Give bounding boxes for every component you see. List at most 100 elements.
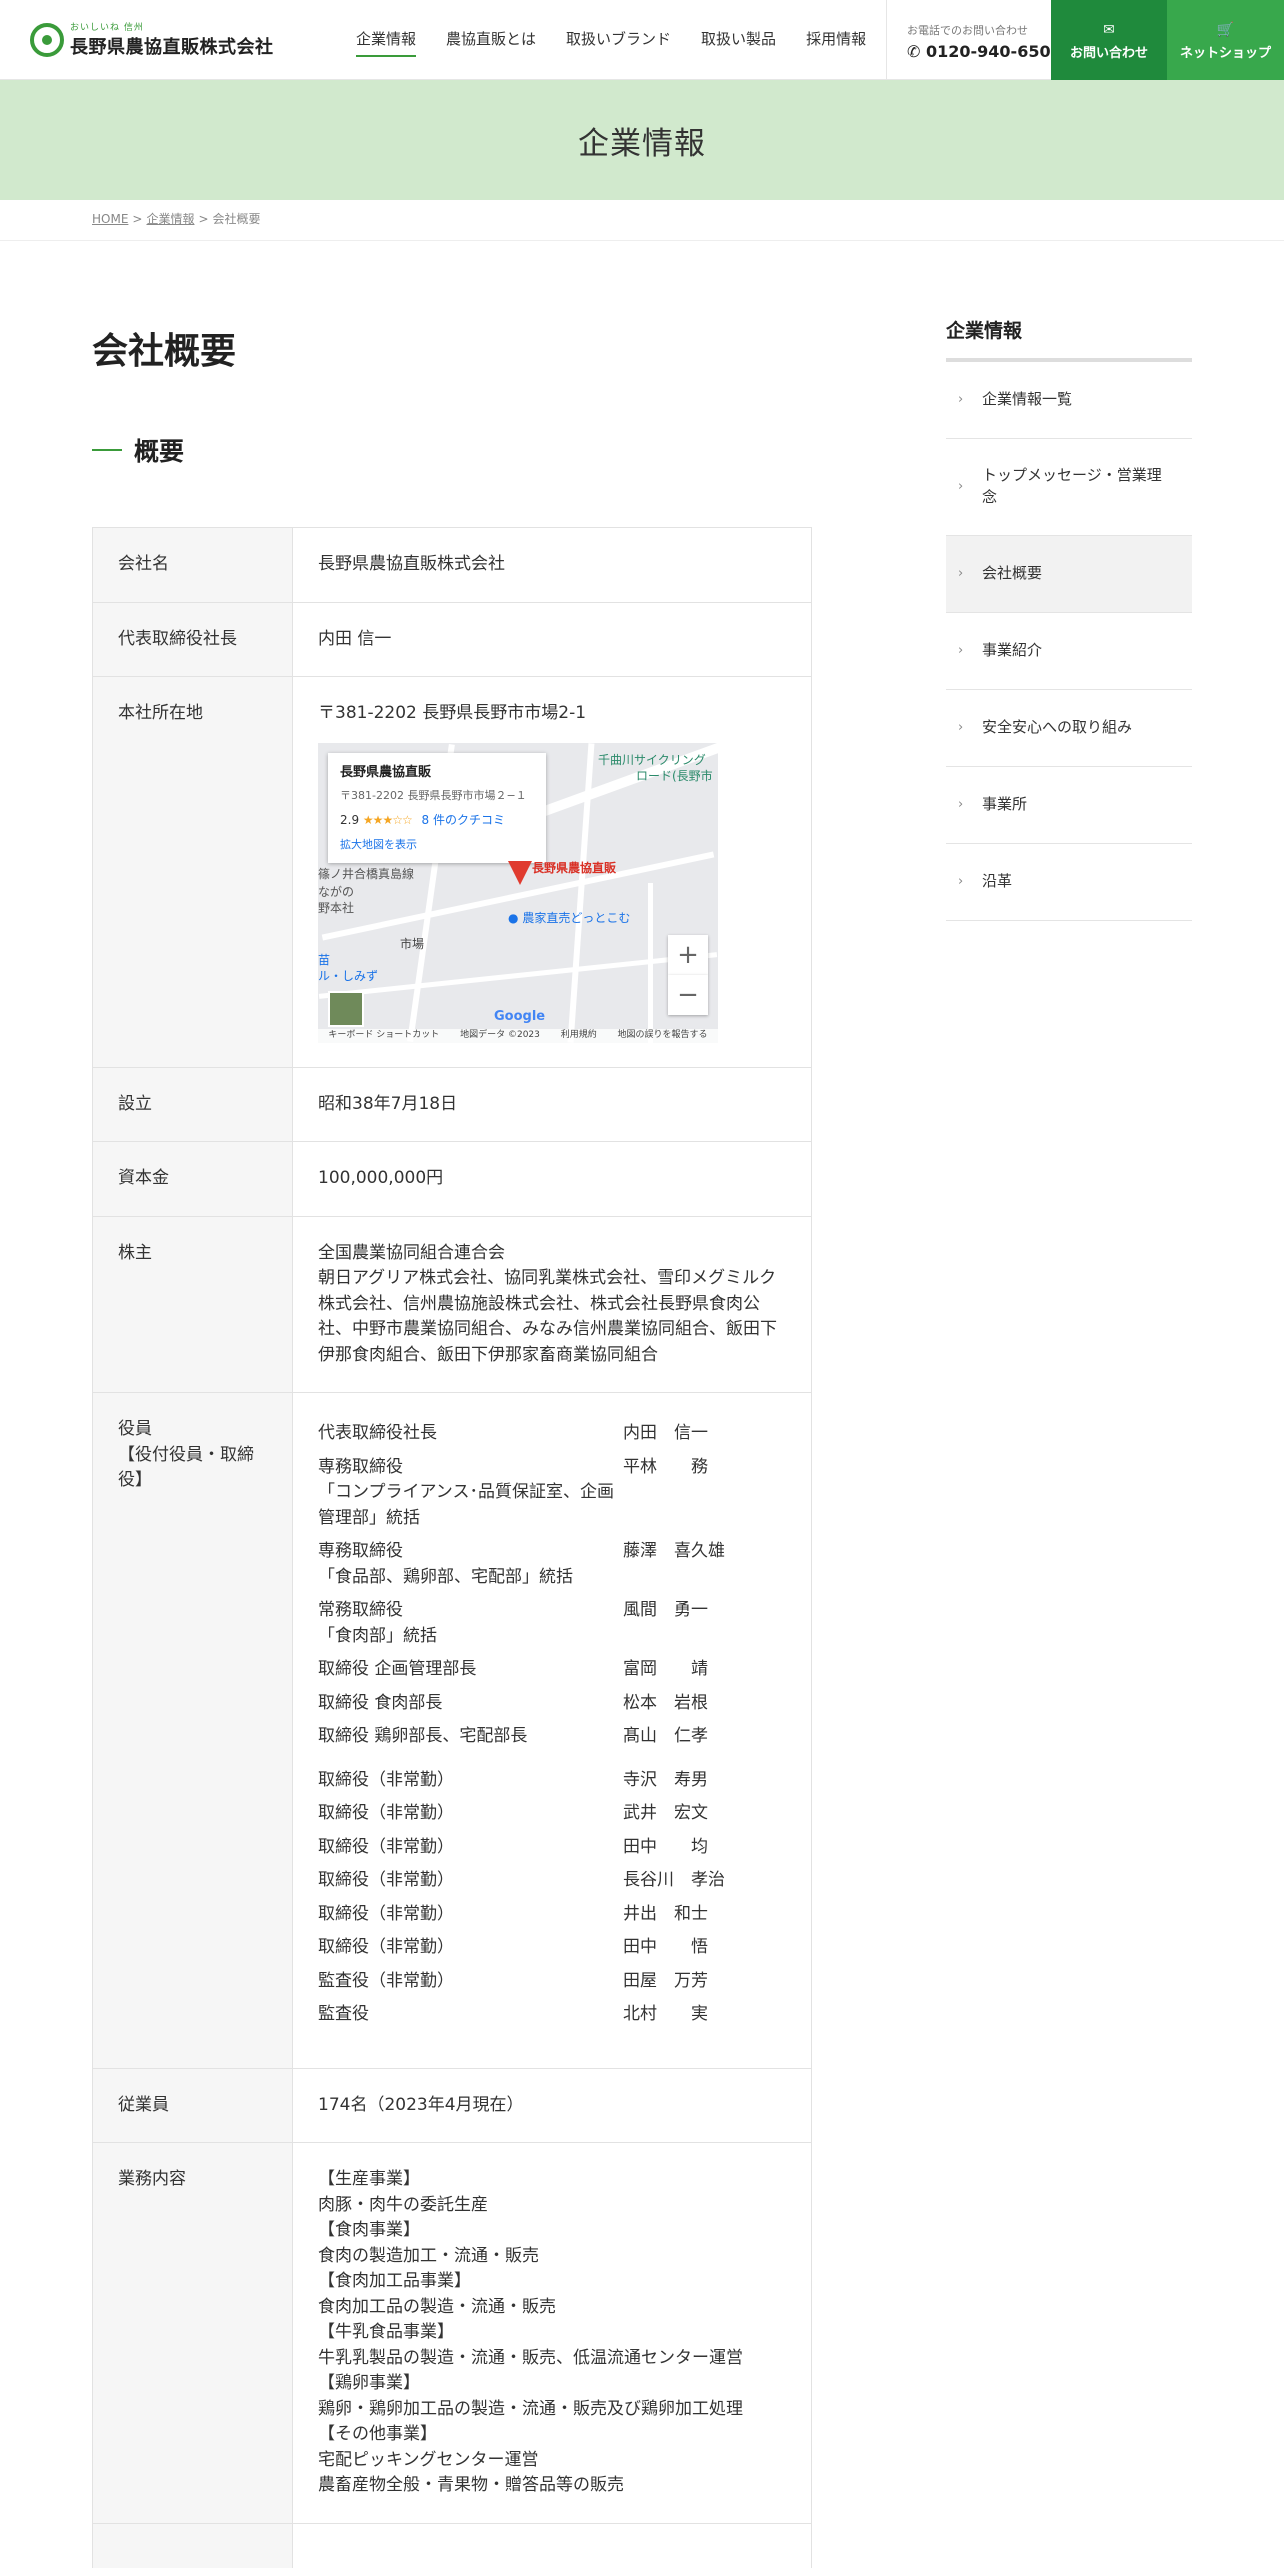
row-label-ceo: 代表取締役社長 [92, 601, 293, 677]
hero-title: 企業情報 [578, 125, 706, 162]
map-place-address: 〒381-2202 長野県長野市市場２−１ [340, 789, 527, 802]
row-value-capital: 100,000,000円 [292, 1141, 812, 1217]
table-row: 従業員 174名（2023年4月現在） [92, 2067, 812, 2143]
map-zoom-in-button[interactable]: + [668, 934, 708, 975]
breadcrumb-home[interactable]: HOME [92, 212, 128, 226]
chevron-right-icon: › [958, 719, 964, 735]
map-shortcuts-link[interactable]: キーボード ショートカット [328, 1029, 439, 1043]
sidebar-item-overview[interactable]: › 企業情報一覧 [946, 362, 1192, 439]
star-rating-icon: ★★★☆☆ [362, 812, 413, 827]
map-rating: 2.9 [340, 812, 360, 827]
map-label-market: 市場 [400, 936, 425, 951]
sidebar-nav: › 企業情報一覧 › トップメッセージ・営業理念 › 会社概要 › 事業紹介 › 安全安心… [946, 362, 1192, 921]
address-text: 〒381-2202 長野県長野市市場2-1 [318, 703, 587, 723]
hero-banner: 企業情報 [0, 80, 1284, 200]
map-label-hall-2: ル・しみず [318, 968, 379, 983]
tel-label: お電話でのお問い合わせ [907, 24, 1028, 37]
sidebar-item-safety[interactable]: › 安全安心への取り組み [946, 690, 1192, 767]
sidebar-item-history[interactable]: › 沿革 [946, 844, 1192, 921]
nav-recruit[interactable]: 採用情報 [806, 28, 866, 57]
map-report-link[interactable]: 地図の誤りを報告する [618, 1029, 708, 1043]
breadcrumb-current: 会社概要 [212, 212, 261, 226]
map-zoom-out-button[interactable]: − [668, 974, 708, 1015]
officer-row: 取締役（非常勤） 田中 均 [318, 1836, 708, 1857]
mail-icon: ✉ [1103, 22, 1115, 38]
map-place-card: 長野県農協直販 〒381-2202 長野県長野市市場２−１ 2.9 ★★★☆☆ … [328, 752, 546, 863]
sidebar-title: 企業情報 [946, 320, 1023, 342]
officer-row: 代表取締役社長 内田 信一 [318, 1423, 708, 1443]
officer-row: 取締役（非常勤） 長谷川 孝治 [318, 1870, 725, 1890]
map-enlarge-link[interactable]: 拡大地図を表示 [340, 837, 534, 854]
row-value-employees: 174名（2023年4月現在） [292, 2067, 812, 2143]
tel-box[interactable]: お電話でのお問い合わせ ✆ 0120-940-650 [886, 0, 1051, 80]
google-map[interactable]: 長野県農協直販 〒381-2202 長野県長野市市場２−１ 2.9 ★★★☆☆ … [318, 742, 718, 1043]
row-label-capital: 資本金 [92, 1141, 293, 1217]
row-value-address: 〒381-2202 長野県長野市市場2-1 長野県農協直販 〒381-2202 … [292, 676, 812, 1068]
officer-row: 取締役 鶏卵部長、宅配部長 髙山 仁孝 [318, 1726, 708, 1746]
sidebar-item-top-message[interactable]: › トップメッセージ・営業理念 [946, 439, 1192, 536]
row-label-employees: 従業員 [92, 2067, 293, 2143]
row-value-business: 【生産事業】 肉豚・肉牛の委託生産 【食肉事業】 食肉の製造加工・流通・販売 【… [292, 2142, 812, 2524]
map-terms-link[interactable]: 利用規約 [561, 1029, 597, 1043]
officer-row: 専務取締役 「コンプライアンス･品質保証室、企画管理部」統括 平林 務 [318, 1456, 708, 1528]
breadcrumb: HOME > 企業情報 > 会社概要 [92, 212, 261, 226]
shop-label: ネットショップ [1179, 46, 1271, 61]
row-value-founded: 昭和38年7月18日 [292, 1066, 812, 1142]
chevron-right-icon: › [958, 873, 964, 889]
table-row: 株主 全国農業協同組合連合会 朝日アグリア株式会社、協同乳業株式会社、雪印メグミ… [92, 1215, 812, 1393]
officer-row: 専務取締役 「食品部、鶏卵部、宅配部」統括 藤澤 喜久雄 [318, 1541, 725, 1587]
officer-row: 取締役（非常勤） 武井 宏文 [318, 1803, 708, 1823]
nav-about[interactable]: 農協直販とは [446, 28, 536, 57]
table-row: 資本金 100,000,000円 [92, 1141, 812, 1217]
chevron-right-icon: › [958, 565, 964, 581]
table-row: 会社名 長野県農協直販株式会社 [92, 527, 812, 603]
officer-row: 取締役（非常勤） 寺沢 寿男 [318, 1769, 708, 1790]
officer-row: 取締役（非常勤） 井出 和士 [318, 1903, 708, 1924]
officer-row: 常務取締役 「食肉部」統括 風間 勇一 [318, 1600, 708, 1646]
row-label-company: 会社名 [92, 527, 293, 603]
contact-button[interactable]: ✉ お問い合わせ [1051, 0, 1167, 80]
table-row: 業務内容 【生産事業】 肉豚・肉牛の委託生産 【食肉事業】 食肉の製造加工・流通… [92, 2142, 812, 2524]
map-place-name: 長野県農協直販 [340, 764, 432, 780]
row-value-officers: 代表取締役社長 内田 信一 専務取締役 「コンプライアンス･品質保証室、企画管理部」… [292, 1392, 812, 2069]
row-label-officers: 役員 【役付役員・取締役】 [92, 1392, 293, 2069]
breadcrumb-parent[interactable]: 企業情報 [146, 212, 194, 226]
google-logo: Google [494, 1009, 546, 1024]
officer-row: 監査役 北村 実 [318, 2004, 708, 2024]
table-row: 設立 昭和38年7月18日 [92, 1066, 812, 1142]
officer-row: 取締役 企画管理部長 富岡 靖 [318, 1659, 708, 1679]
row-value-company: 長野県農協直販株式会社 [292, 527, 812, 603]
map-label-poi3: 野本社 [318, 900, 355, 915]
map-reviews-link[interactable]: 8 件のクチコミ [422, 813, 505, 827]
global-nav: 企業情報 農協直販とは 取扱いブランド 取扱い製品 採用情報 [356, 28, 896, 57]
map-label-river-2: ロード(長野市 [636, 768, 713, 783]
sidebar-item-company-profile[interactable]: › 会社概要 [946, 536, 1192, 613]
sidebar-item-business[interactable]: › 事業紹介 [946, 613, 1192, 690]
nav-brands[interactable]: 取扱いブランド [566, 28, 671, 57]
logo-tagline: おいしいね 信州 [70, 23, 144, 33]
section-accent-bar [92, 449, 122, 451]
table-row: 役員 【役付役員・取締役】 代表取締役社長 内田 信一 専務取締役 「コンプライアン… [92, 1392, 812, 2069]
map-pin-icon[interactable] [508, 860, 532, 885]
map-data-credit: 地図データ ©2023 [460, 1029, 540, 1040]
nav-products[interactable]: 取扱い製品 [701, 28, 776, 57]
place-marker-icon: ● [508, 910, 519, 925]
logo-mark-icon [30, 22, 64, 57]
cart-icon: 🛒 [1216, 22, 1235, 38]
street-view-thumbnail[interactable] [328, 990, 364, 1027]
sidebar-item-offices[interactable]: › 事業所 [946, 767, 1192, 844]
chevron-right-icon: › [958, 478, 964, 494]
map-label-road: 篠ノ井合橋真島線 [318, 866, 415, 881]
site-logo[interactable]: おいしいね 信州 長野県農協直販株式会社 [30, 20, 274, 59]
row-label-address: 本社所在地 [92, 676, 293, 1068]
officer-row: 取締役（非常勤） 田中 悟 [318, 1937, 708, 1957]
map-footer: キーボード ショートカット 地図データ ©2023 利用規約 地図の誤りを報告す… [318, 1028, 718, 1043]
company-info-table: 会社名 長野県農協直販株式会社 代表取締役社長 内田 信一 本社所在地 〒381… [92, 527, 812, 2568]
logo-company-name: 長野県農協直販株式会社 [70, 37, 274, 58]
phone-icon: ✆ [907, 42, 921, 61]
chevron-right-icon: › [958, 391, 964, 407]
shop-button[interactable]: 🛒 ネットショップ [1167, 0, 1284, 80]
table-row [92, 2522, 812, 2568]
tel-number: 0120-940-650 [925, 42, 1051, 61]
nav-company-info[interactable]: 企業情報 [356, 28, 417, 57]
